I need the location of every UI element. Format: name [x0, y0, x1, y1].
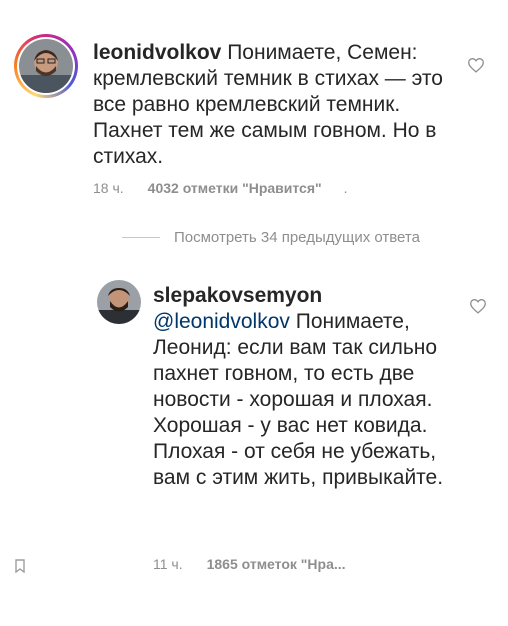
view-replies-line [122, 237, 160, 238]
reply-text: Понимаете, Леонид: если вам так сильно п… [153, 310, 444, 489]
heart-outline-icon[interactable] [467, 57, 485, 73]
view-replies-label: Посмотреть 34 предыдущих ответа [174, 229, 420, 246]
avatar-leonidvolkov[interactable] [19, 39, 73, 93]
view-replies-button[interactable]: Посмотреть 34 предыдущих ответа [122, 229, 420, 246]
reply-username[interactable]: slepakovsemyon [153, 284, 322, 307]
reply-meta: 11 ч. 1865 отметок "Нра... [153, 556, 346, 572]
bookmark-icon[interactable] [14, 559, 26, 573]
comment-time: 18 ч. [93, 180, 124, 196]
story-ring[interactable] [14, 34, 78, 98]
avatar-slepakovsemyon-image [97, 280, 141, 324]
comment-username[interactable]: leonidvolkov [93, 41, 221, 64]
comment-more[interactable]: . [344, 180, 348, 196]
reply-body: slepakovsemyon @leonidvolkov Понимаете, … [153, 283, 453, 491]
heart-outline-icon[interactable] [469, 298, 487, 314]
avatar-slepakovsemyon[interactable] [97, 280, 141, 324]
comment-body: leonidvolkov Понимаете, Семен: кремлевск… [93, 40, 448, 170]
comment-meta: 18 ч. 4032 отметки "Нравится". [93, 180, 348, 196]
reply-time: 11 ч. [153, 556, 183, 572]
reply-likes[interactable]: 1865 отметок "Нра... [207, 556, 346, 572]
comment-likes[interactable]: 4032 отметки "Нравится" [148, 180, 322, 196]
reply-mention[interactable]: @leonidvolkov [153, 310, 290, 333]
avatar-leonidvolkov-image [19, 39, 73, 93]
